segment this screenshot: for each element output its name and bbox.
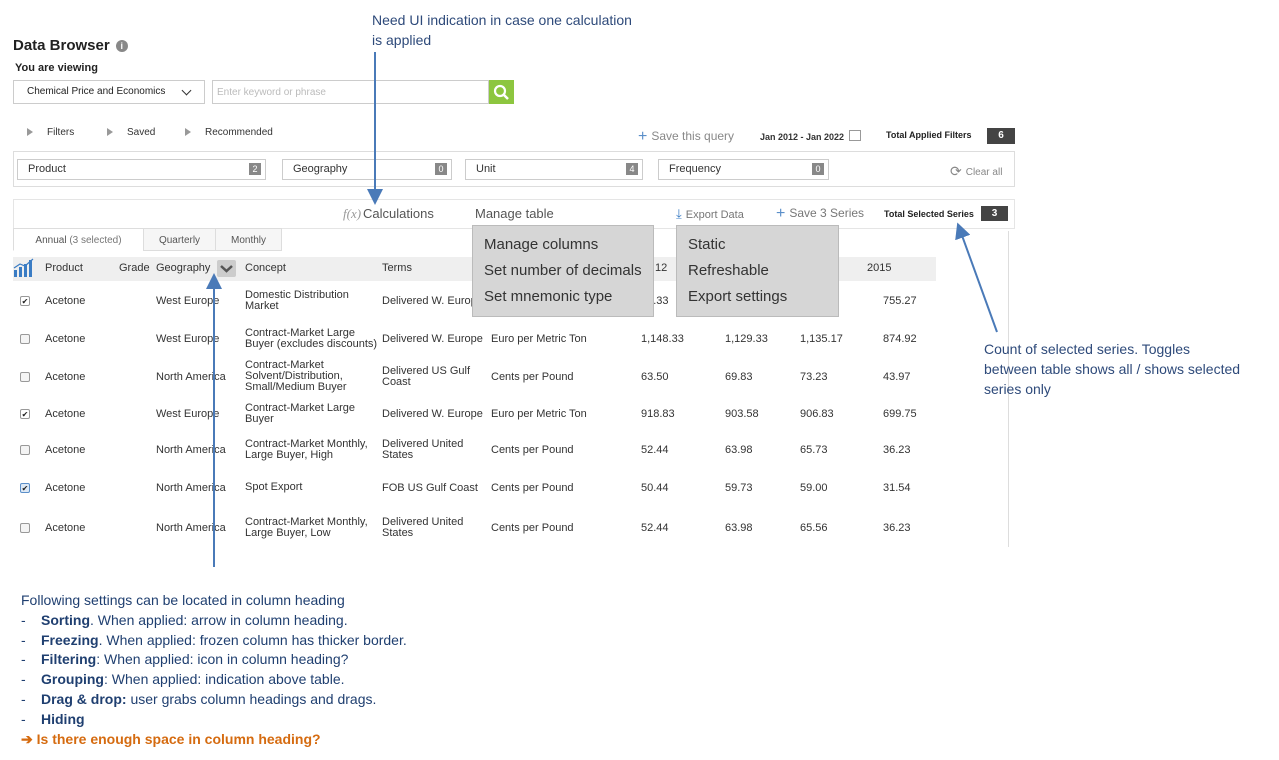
annotation-list-item: - Drag & drop: user grabs column headings… <box>21 690 377 707</box>
annotation-list-item: - Hiding <box>21 710 85 727</box>
arrow-right-icon: ➔ <box>21 730 37 747</box>
annotation-list-item: - Freezing. When applied: frozen column h… <box>21 631 407 648</box>
annotation-item-title: Grouping <box>41 671 104 688</box>
annotation-bottom-notes: Following settings can be located in col… <box>21 592 407 747</box>
annotation-item-text: user grabs column headings and drags. <box>126 690 377 707</box>
annotation-list-item: - Filtering: When applied: icon in column… <box>21 651 349 668</box>
annotation-item-title: Hiding <box>41 710 85 727</box>
annotation-item-title: Sorting <box>41 611 90 628</box>
annotation-item-title: Filtering <box>41 651 97 668</box>
annotation-item-text: : When applied: icon in column heading? <box>96 651 349 668</box>
annotation-item-text: : When applied: indication above table. <box>104 671 345 688</box>
annotation-list-item: - Sorting. When applied: arrow in column … <box>21 611 348 628</box>
annotation-item-text: . When applied: arrow in column heading. <box>90 611 348 628</box>
annotation-list-item: - Grouping: When applied: indication abov… <box>21 671 345 688</box>
annotation-item-title: Freezing <box>41 631 99 648</box>
annotation-item-text: . When applied: frozen column has thicke… <box>98 631 407 648</box>
annotation-item-title: Drag & drop: <box>41 690 127 707</box>
